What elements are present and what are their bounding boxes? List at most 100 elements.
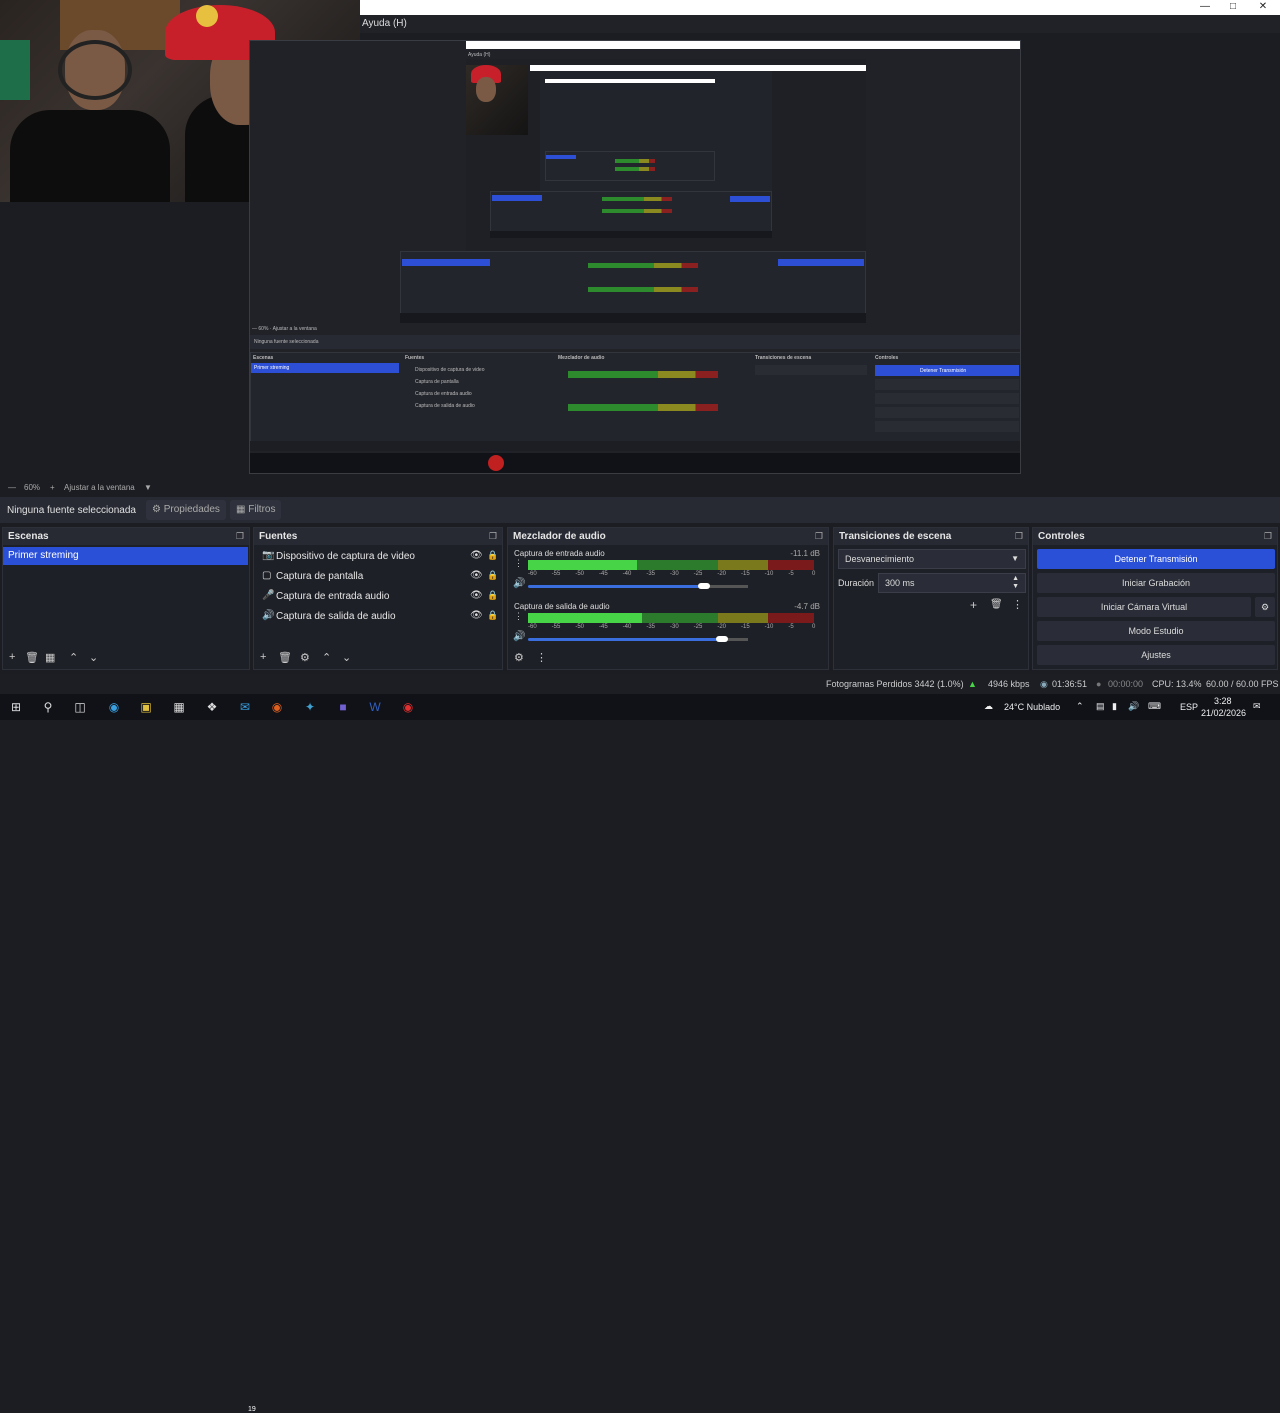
start-record-button[interactable]: Iniciar Grabación — [1037, 573, 1275, 593]
zoom-fit-label[interactable]: Ajustar a la ventana — [64, 483, 135, 492]
meter-tick-label: -10 — [764, 571, 774, 577]
properties-button[interactable]: ⚙ Propiedades — [146, 500, 226, 520]
network-icon[interactable]: ▤ — [1096, 701, 1105, 712]
channel-menu-icon[interactable]: ⋮ — [514, 611, 523, 622]
clock-time[interactable]: 3:28 — [1214, 696, 1232, 706]
channel-db: -11.1 dB — [790, 549, 820, 558]
volume-knob[interactable] — [698, 583, 710, 589]
undock-icon[interactable]: ❐ — [236, 531, 244, 542]
notification-icon[interactable]: ✉ — [1253, 701, 1261, 712]
app-icon[interactable]: ✦ — [301, 698, 319, 716]
maximize-button[interactable]: □ — [1218, 0, 1248, 15]
search-icon[interactable]: ⚲ — [39, 698, 57, 716]
chevron-down-icon[interactable]: ▼ — [144, 483, 152, 492]
firefox-icon[interactable]: ◉ — [268, 698, 286, 716]
move-up-icon[interactable]: ⌃ — [322, 651, 331, 664]
eye-icon[interactable]: 👁 — [470, 570, 483, 581]
lock-icon[interactable]: 🔒 — [487, 550, 498, 561]
add-icon[interactable]: + — [260, 651, 266, 663]
add-icon[interactable]: + — [970, 598, 977, 612]
speaker-icon[interactable]: 🔊 — [513, 631, 525, 642]
lock-icon[interactable]: 🔒 — [487, 610, 498, 621]
add-icon[interactable]: + — [9, 651, 15, 663]
audio-mixer-dock: Mezclador de audio ❐ Captura de entrada … — [507, 527, 829, 670]
scene-item[interactable]: Primer streming — [3, 547, 248, 565]
transitions-dock: Transiciones de escena ❐ Desvanecimiento… — [833, 527, 1029, 670]
speaker-icon[interactable]: 🔊 — [513, 578, 525, 589]
minimize-button[interactable]: — — [1190, 0, 1220, 15]
undock-icon[interactable]: ❐ — [1015, 531, 1023, 542]
eye-icon[interactable]: 👁 — [470, 550, 483, 561]
task-view-icon[interactable]: ◫ — [71, 698, 89, 716]
settings-button[interactable]: Ajustes — [1037, 645, 1275, 665]
trash-icon[interactable]: 🗑 — [278, 651, 292, 664]
undock-icon[interactable]: ❐ — [489, 531, 497, 542]
trash-icon[interactable]: 🗑 — [25, 651, 39, 664]
duration-field[interactable]: 300 ms ▲ ▼ — [878, 573, 1026, 593]
app-icon[interactable]: ❖ — [203, 698, 221, 716]
signal-icon: ▲ — [968, 679, 977, 689]
stream-time: 01:36:51 — [1052, 679, 1088, 689]
eye-icon[interactable]: 👁 — [470, 610, 483, 621]
volume-icon[interactable]: 🔊 — [1128, 701, 1139, 712]
zoom-value[interactable]: 60% — [24, 483, 40, 492]
source-label: Dispositivo de captura de video — [276, 551, 415, 562]
folder-icon[interactable]: ▣ — [137, 698, 155, 716]
store-icon[interactable]: ▦ — [170, 698, 188, 716]
duration-value: 300 ms — [885, 578, 915, 588]
properties-label: Propiedades — [163, 504, 220, 515]
gear-icon[interactable]: ⚙ — [514, 651, 524, 664]
scene-filter-icon[interactable]: ▦ — [45, 651, 55, 664]
teams-icon[interactable]: ■ — [334, 698, 352, 716]
clock-date[interactable]: 21/02/2026 — [1201, 708, 1246, 718]
studio-mode-button[interactable]: Modo Estudio — [1037, 621, 1275, 641]
nested-obs-capture: Ayuda (H) — 60% · Ajustar a la ventana N… — [249, 40, 1021, 474]
edge-icon[interactable]: ◉ — [105, 698, 123, 716]
undock-icon[interactable]: ❐ — [1264, 531, 1272, 542]
channel-menu-icon[interactable]: ⋮ — [514, 558, 523, 569]
meter-tick-label: -55 — [551, 571, 561, 577]
language[interactable]: ESP — [1180, 702, 1198, 712]
volume-slider[interactable] — [528, 636, 748, 642]
gear-icon[interactable]: ⚙ — [300, 651, 310, 664]
trash-icon[interactable]: 🗑 — [990, 599, 1003, 610]
dropped-frames: Fotogramas Perdidos 3442 (1.0%) — [826, 679, 964, 689]
gear-icon[interactable]: ⚙ — [1255, 597, 1275, 617]
source-row[interactable]: 🎤 Captura de entrada audio 👁 🔒 — [258, 588, 498, 606]
close-button[interactable]: ✕ — [1248, 0, 1278, 15]
word-icon[interactable]: W — [366, 698, 384, 716]
more-icon[interactable]: ⋮ — [536, 651, 547, 664]
preview-canvas[interactable]: Ayuda (H) — 60% · Ajustar a la ventana N… — [0, 0, 1280, 479]
lock-icon[interactable]: 🔒 — [487, 570, 498, 581]
filters-button[interactable]: ▦ Filtros — [230, 500, 282, 520]
source-row[interactable]: 📷 Dispositivo de captura de video 👁 🔒 — [258, 548, 498, 566]
undock-icon[interactable]: ❐ — [815, 531, 823, 542]
more-icon[interactable]: ⋮ — [1012, 598, 1023, 611]
source-row[interactable]: 🔊 Captura de salida de audio 👁 🔒 — [258, 608, 498, 626]
obs-icon[interactable]: ◉ — [399, 698, 417, 716]
weather[interactable]: 24°C Nublado — [1004, 702, 1060, 712]
eye-icon[interactable]: 👁 — [470, 590, 483, 601]
stop-stream-button[interactable]: Detener Transmisión — [1037, 549, 1275, 569]
transition-select[interactable]: Desvanecimiento ▼ — [838, 549, 1026, 569]
move-up-icon[interactable]: ⌃ — [69, 651, 78, 664]
keyboard-icon[interactable]: ⌨ — [1148, 701, 1161, 712]
volume-knob[interactable] — [715, 636, 728, 642]
virtual-cam-button[interactable]: Iniciar Cámara Virtual — [1037, 597, 1251, 617]
chevron-up-icon[interactable]: ⌃ — [1076, 701, 1084, 712]
volume-meter — [528, 613, 814, 623]
weather-icon[interactable]: ☁ — [984, 701, 993, 712]
source-row[interactable]: ▢ Captura de pantalla 👁 🔒 — [258, 568, 498, 586]
move-down-icon[interactable]: ⌄ — [342, 651, 351, 664]
stepper-icon[interactable]: ▲ ▼ — [1012, 575, 1019, 591]
battery-icon[interactable]: ▮ — [1112, 701, 1117, 712]
move-down-icon[interactable]: ⌄ — [89, 651, 98, 664]
fps: 60.00 / 60.00 FPS — [1206, 679, 1279, 689]
volume-slider[interactable] — [528, 583, 748, 589]
menu-help[interactable]: Ayuda (H) — [362, 18, 407, 29]
sources-dock: Fuentes ❐ 📷 Dispositivo de captura de vi… — [253, 527, 503, 670]
lock-icon[interactable]: 🔒 — [487, 590, 498, 601]
mail-icon[interactable]: ✉ — [236, 698, 254, 716]
windows-start-icon[interactable]: ⊞ — [7, 698, 25, 716]
zoom-in-icon[interactable]: + — [50, 483, 55, 492]
